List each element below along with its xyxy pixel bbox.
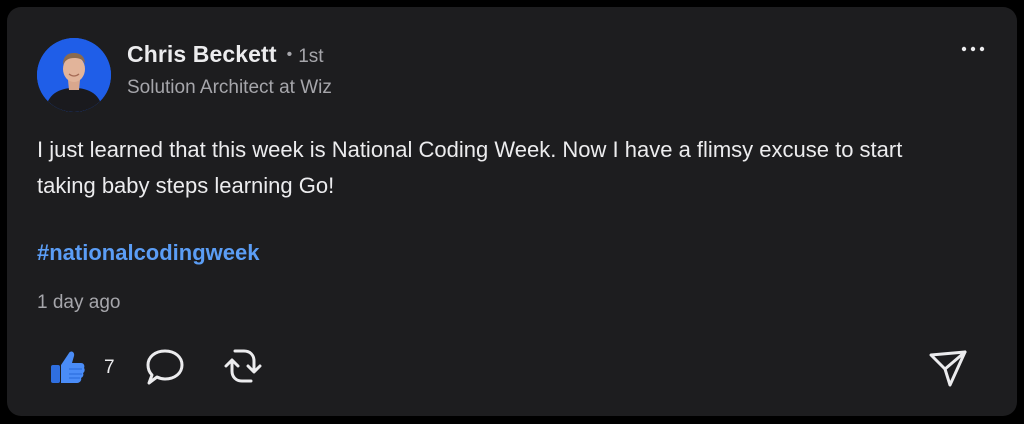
post-card: Chris Beckett • 1st Solution Architect a… xyxy=(7,7,1017,416)
repost-button[interactable] xyxy=(221,343,265,389)
author-headline: Solution Architect at Wiz xyxy=(127,77,332,98)
post-body: I just learned that this week is Nationa… xyxy=(37,137,903,198)
send-button[interactable] xyxy=(925,345,971,389)
thumbs-up-icon xyxy=(51,351,85,383)
avatar[interactable] xyxy=(37,38,111,112)
more-options-button[interactable] xyxy=(955,35,991,63)
hashtag-link[interactable]: #nationalcodingweek xyxy=(37,240,260,266)
connection-degree: 1st xyxy=(298,46,324,67)
profile-photo xyxy=(37,38,111,112)
repost-icon xyxy=(224,349,262,383)
send-icon xyxy=(929,350,967,387)
author-name[interactable]: Chris Beckett xyxy=(127,41,277,68)
like-count: 7 xyxy=(104,357,115,378)
more-horizontal-icon xyxy=(961,46,985,52)
post-timestamp: 1 day ago xyxy=(37,292,121,313)
like-button[interactable] xyxy=(45,345,89,389)
comment-button[interactable] xyxy=(143,345,187,389)
comment-bubble-icon xyxy=(146,349,184,385)
author-name-row: Chris Beckett • 1st xyxy=(127,41,324,68)
separator-dot: • xyxy=(286,46,293,63)
